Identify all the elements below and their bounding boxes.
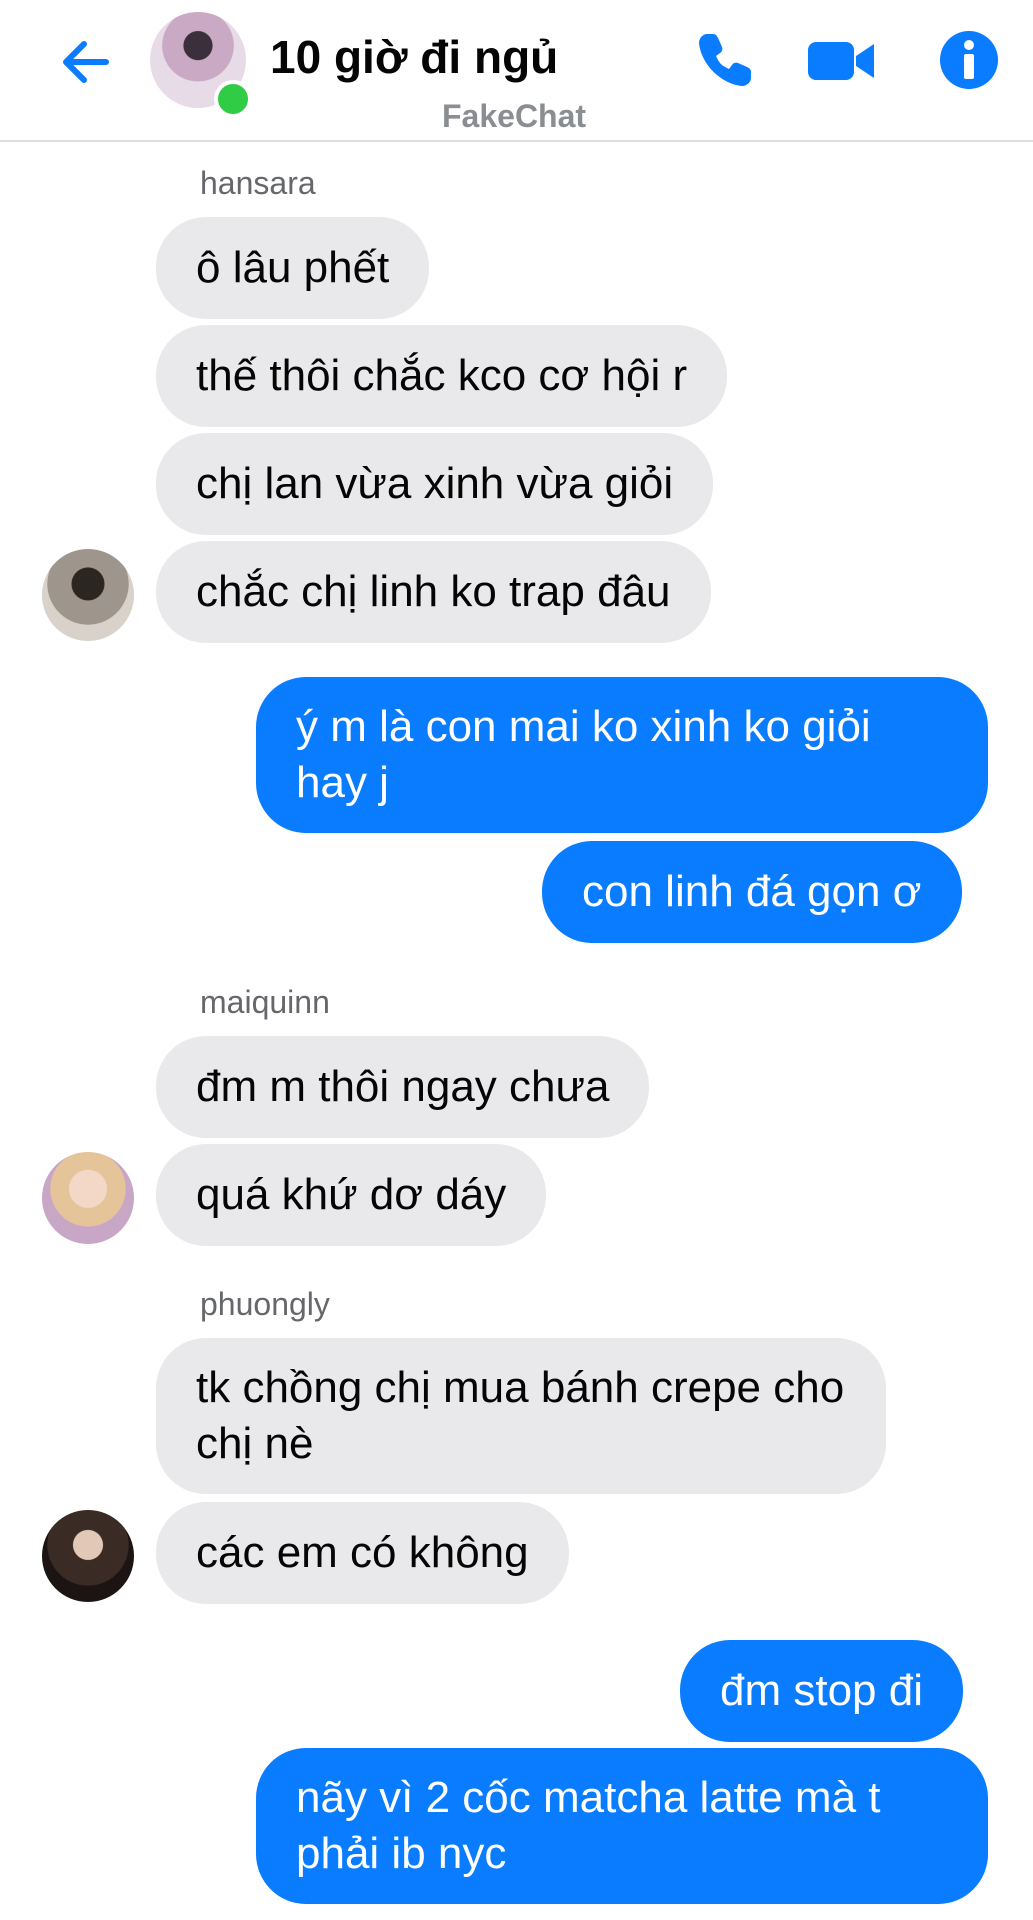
video-camera-icon[interactable] [806, 28, 876, 92]
message-bubble-outgoing[interactable]: ý m là con mai ko xinh ko giỏi hay j [256, 677, 988, 833]
sender-name: phuongly [200, 1286, 330, 1322]
message-bubble-incoming[interactable]: các em có không [156, 1502, 569, 1604]
message-bubble-outgoing[interactable]: nãy vì 2 cốc matcha latte mà t phải ib n… [256, 1748, 988, 1904]
message-bubble-outgoing[interactable]: con linh đá gọn ơ [542, 841, 962, 943]
conversation-subtitle: FakeChat [442, 98, 587, 134]
message-bubble-incoming[interactable]: thế thôi chắc kco cơ hội r [156, 325, 728, 427]
sender-name: hansara [200, 165, 316, 201]
message-bubble-incoming[interactable]: tk chồng chị mua bánh crepe cho chị nè [156, 1338, 886, 1494]
sender-name: maiquinn [200, 984, 330, 1020]
message-bubble-incoming[interactable]: ô lâu phết [156, 217, 430, 319]
message-bubble-incoming[interactable]: đm m thôi ngay chưa [156, 1036, 650, 1138]
conversation-title[interactable]: 10 giờ đi ngủ [270, 30, 558, 84]
sender-avatar[interactable] [42, 1152, 134, 1244]
message-bubble-outgoing[interactable]: đm stop đi [680, 1640, 963, 1742]
message-bubble-incoming[interactable]: chắc chị linh ko trap đâu [156, 541, 711, 643]
message-bubble-incoming[interactable]: chị lan vừa xinh vừa giỏi [156, 433, 714, 535]
sender-avatar[interactable] [42, 1510, 134, 1602]
message-bubble-incoming[interactable]: quá khứ dơ dáy [156, 1144, 547, 1246]
sender-avatar[interactable] [42, 549, 134, 641]
phone-icon[interactable] [690, 28, 760, 92]
chat-header: 10 giờ đi ngủ FakeChat [0, 0, 1033, 142]
online-status-indicator [214, 80, 252, 118]
info-icon[interactable] [934, 28, 1004, 92]
back-arrow-icon[interactable] [54, 30, 118, 94]
